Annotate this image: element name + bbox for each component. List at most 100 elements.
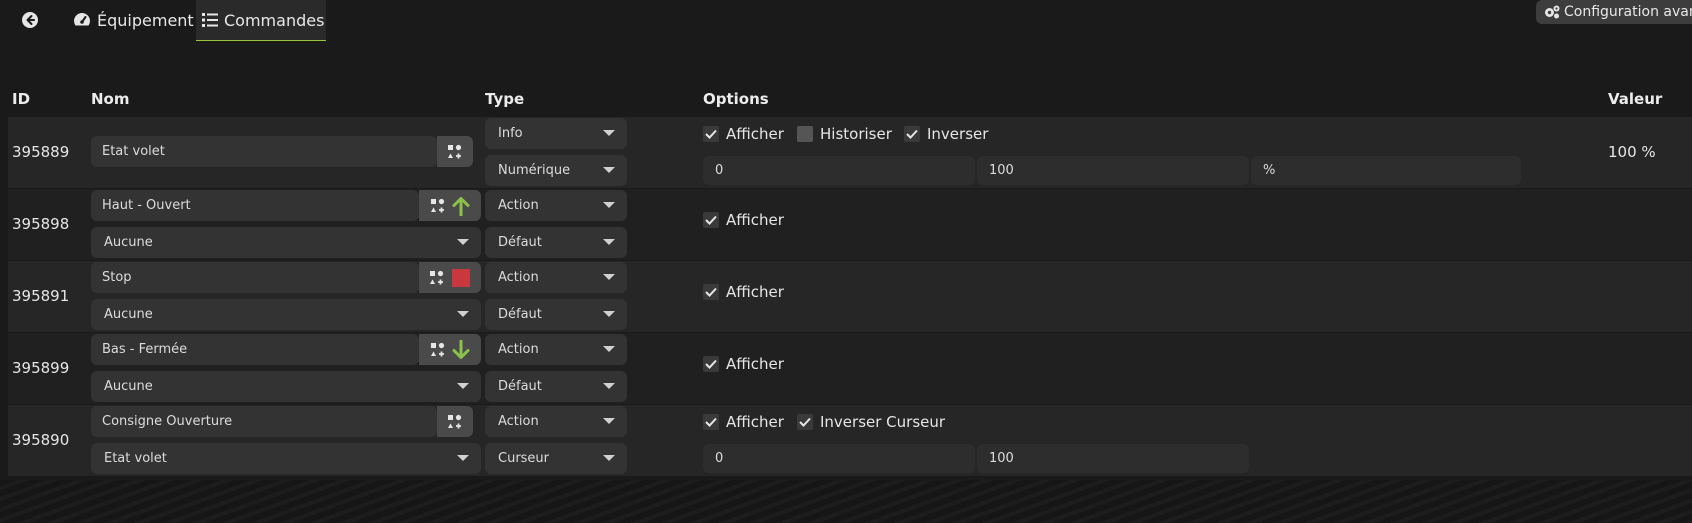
icon-picker-icon <box>431 342 445 356</box>
arrow-down-icon <box>452 339 470 359</box>
advanced-config-label: Configuration avancée <box>1564 4 1692 20</box>
option-afficher-label: Afficher <box>726 413 784 431</box>
icon-picker-icon <box>448 414 462 428</box>
chevron-down-icon <box>603 383 615 389</box>
linked-info-select[interactable]: Etat volet <box>91 443 481 474</box>
chevron-down-icon <box>603 455 615 461</box>
chevron-down-icon <box>457 239 469 245</box>
tab-commandes[interactable]: Commandes <box>196 0 326 41</box>
checkbox-checked-icon[interactable] <box>904 126 920 142</box>
command-id: 395899 <box>12 359 70 377</box>
checkbox-checked-icon[interactable] <box>703 284 719 300</box>
icon-picker-button[interactable] <box>437 406 473 437</box>
linked-info-value: Etat volet <box>104 451 167 466</box>
table-row: 395890 Consigne Ouverture Etat volet Act… <box>8 405 1692 476</box>
option-historiser[interactable]: Historiser <box>797 125 892 143</box>
chevron-down-icon <box>457 455 469 461</box>
type-select-value: Info <box>498 126 523 141</box>
unit-input[interactable]: % <box>1251 156 1521 185</box>
icon-picker-icon <box>430 270 444 284</box>
checkbox-checked-icon[interactable] <box>797 414 813 430</box>
command-name-input[interactable]: Haut - Ouvert <box>91 190 419 221</box>
subtype-select[interactable]: Défaut <box>485 227 627 258</box>
option-afficher[interactable]: Afficher <box>703 125 784 143</box>
option-inverser[interactable]: Inverser <box>904 125 988 143</box>
subtype-select[interactable]: Curseur <box>485 443 627 474</box>
subtype-select[interactable]: Numérique <box>485 155 627 186</box>
subtype-select[interactable]: Défaut <box>485 299 627 330</box>
current-value: 100 % <box>1608 143 1656 161</box>
type-select[interactable]: Action <box>485 406 627 437</box>
option-inverser-label: Inverser <box>927 125 989 143</box>
type-select-value: Action <box>498 342 539 357</box>
command-name-input[interactable]: Etat volet <box>91 136 437 167</box>
min-value-input[interactable]: 0 <box>703 444 975 473</box>
chevron-down-icon <box>457 383 469 389</box>
chevron-down-icon <box>603 418 615 424</box>
tab-equipement[interactable]: Équipement <box>67 0 200 40</box>
checkbox-checked-icon[interactable] <box>703 212 719 228</box>
command-id: 395891 <box>12 287 70 305</box>
chevron-down-icon <box>603 202 615 208</box>
table-row: 395889 Etat volet Info Numérique Affiche… <box>8 117 1692 188</box>
option-afficher[interactable]: Afficher <box>703 211 784 229</box>
option-historiser-label: Historiser <box>820 125 892 143</box>
header-id: ID <box>12 90 31 108</box>
checkbox-checked-icon[interactable] <box>703 126 719 142</box>
stop-square-icon <box>452 268 470 287</box>
option-afficher-label: Afficher <box>726 211 784 229</box>
command-id: 395898 <box>12 215 70 233</box>
subtype-select-value: Défaut <box>498 307 542 322</box>
option-afficher-label: Afficher <box>726 355 784 373</box>
header-valeur: Valeur <box>1608 90 1663 108</box>
type-select-value: Action <box>498 198 539 213</box>
icon-picker-icon <box>431 198 445 212</box>
command-name-input[interactable]: Consigne Ouverture <box>91 406 437 437</box>
icon-picker-button[interactable] <box>437 136 473 167</box>
checkbox-unchecked-icon[interactable] <box>797 126 813 142</box>
linked-info-select[interactable]: Aucune <box>91 227 481 258</box>
list-icon <box>202 13 218 27</box>
chevron-down-icon <box>603 167 615 173</box>
icon-picker-icon <box>448 144 462 158</box>
gears-icon <box>1545 5 1560 19</box>
icon-picker-button[interactable] <box>419 190 481 221</box>
type-select[interactable]: Action <box>485 262 627 293</box>
background-texture <box>0 480 1692 523</box>
chevron-down-icon <box>457 311 469 317</box>
checkbox-checked-icon[interactable] <box>703 356 719 372</box>
type-select-value: Action <box>498 414 539 429</box>
option-afficher[interactable]: Afficher <box>703 413 784 431</box>
top-bar: Équipement Commandes Configuration avanc… <box>0 0 1692 42</box>
subtype-select[interactable]: Défaut <box>485 371 627 402</box>
option-afficher[interactable]: Afficher <box>703 283 784 301</box>
type-select-value: Action <box>498 270 539 285</box>
checkbox-checked-icon[interactable] <box>703 414 719 430</box>
advanced-config-button[interactable]: Configuration avancée <box>1536 0 1692 24</box>
command-id: 395889 <box>12 143 70 161</box>
subtype-select-value: Défaut <box>498 379 542 394</box>
linked-info-value: Aucune <box>104 307 153 322</box>
back-button[interactable] <box>20 0 46 40</box>
arrow-up-icon <box>452 196 470 216</box>
table-row: 395898 Haut - Ouvert Aucune Action Défau… <box>8 189 1692 260</box>
linked-info-select[interactable]: Aucune <box>91 371 481 402</box>
type-select[interactable]: Action <box>485 190 627 221</box>
linked-info-select[interactable]: Aucune <box>91 299 481 330</box>
max-value-input[interactable]: 100 <box>977 156 1249 185</box>
tachometer-icon <box>74 13 90 26</box>
type-select[interactable]: Action <box>485 334 627 365</box>
table-row: 395891 Stop Aucune Action Défaut Affiche… <box>8 261 1692 332</box>
subtype-select-value: Défaut <box>498 235 542 250</box>
max-value-input[interactable]: 100 <box>977 444 1249 473</box>
option-afficher-label: Afficher <box>726 125 784 143</box>
command-name-input[interactable]: Stop <box>91 262 419 293</box>
command-name-input[interactable]: Bas - Fermée <box>91 334 419 365</box>
icon-picker-button[interactable] <box>419 262 481 293</box>
type-select[interactable]: Info <box>485 118 627 149</box>
icon-picker-button[interactable] <box>419 334 481 365</box>
option-inverser-curseur[interactable]: Inverser Curseur <box>797 413 945 431</box>
option-afficher[interactable]: Afficher <box>703 355 784 373</box>
min-value-input[interactable]: 0 <box>703 156 975 185</box>
tab-equipement-label: Équipement <box>97 10 194 30</box>
